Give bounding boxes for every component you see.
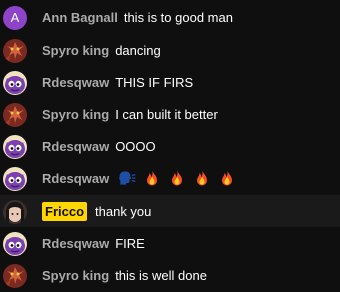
spyro-avatar-icon[interactable] bbox=[3, 103, 27, 127]
chat-message: Rdesqwaw THIS IF FIRS bbox=[0, 66, 340, 98]
purple-creature-avatar-icon[interactable] bbox=[3, 71, 27, 95]
message-text: this is to good man bbox=[123, 9, 233, 25]
live-chat-list: A Ann Bagnall this is to good man Spyro … bbox=[0, 0, 340, 292]
message-text: this is well done bbox=[115, 267, 207, 283]
dark-hair-avatar-icon[interactable] bbox=[3, 200, 27, 224]
fire-icon bbox=[217, 168, 237, 188]
message-text: THIS IF FIRS bbox=[115, 74, 194, 90]
speaking-head-icon bbox=[117, 168, 137, 188]
author-name[interactable]: Rdesqwaw bbox=[42, 139, 109, 154]
author-name[interactable]: Rdesqwaw bbox=[42, 75, 109, 90]
emoji-list bbox=[117, 168, 242, 188]
chat-message: Rdesqwaw bbox=[0, 162, 340, 194]
chat-message: Spyro king this is well done bbox=[0, 259, 340, 291]
author-name[interactable]: Ann Bagnall bbox=[42, 10, 118, 25]
author-name[interactable]: Spyro king bbox=[42, 107, 109, 122]
author-name[interactable]: Rdesqwaw bbox=[42, 236, 109, 251]
chat-message: Spyro king dancing bbox=[0, 34, 340, 66]
fire-icon bbox=[167, 168, 187, 188]
purple-creature-avatar-icon[interactable] bbox=[3, 167, 27, 191]
message-text: I can built it better bbox=[115, 106, 218, 122]
author-name[interactable]: Spyro king bbox=[42, 268, 109, 283]
message-text: dancing bbox=[115, 42, 161, 58]
fire-icon bbox=[192, 168, 212, 188]
chat-message: Spyro king I can built it better bbox=[0, 98, 340, 130]
chat-message-highlighted: Fricco thank you bbox=[0, 195, 340, 227]
spyro-avatar-icon[interactable] bbox=[3, 264, 27, 288]
chat-message: Rdesqwaw OOOO bbox=[0, 130, 340, 162]
purple-creature-avatar-icon[interactable] bbox=[3, 232, 27, 256]
author-name[interactable]: Rdesqwaw bbox=[42, 171, 109, 186]
spyro-avatar-icon[interactable] bbox=[3, 39, 27, 63]
message-text: thank you bbox=[95, 203, 152, 219]
owner-author-badge[interactable]: Fricco bbox=[42, 201, 88, 221]
letter-avatar[interactable]: A bbox=[3, 6, 27, 30]
chat-message: A Ann Bagnall this is to good man bbox=[0, 1, 340, 33]
author-name[interactable]: Spyro king bbox=[42, 43, 109, 58]
fire-icon bbox=[142, 168, 162, 188]
purple-creature-avatar-icon[interactable] bbox=[3, 135, 27, 159]
chat-message: Rdesqwaw FIRE bbox=[0, 227, 340, 259]
message-text: OOOO bbox=[115, 138, 156, 154]
message-text: FIRE bbox=[115, 235, 145, 251]
